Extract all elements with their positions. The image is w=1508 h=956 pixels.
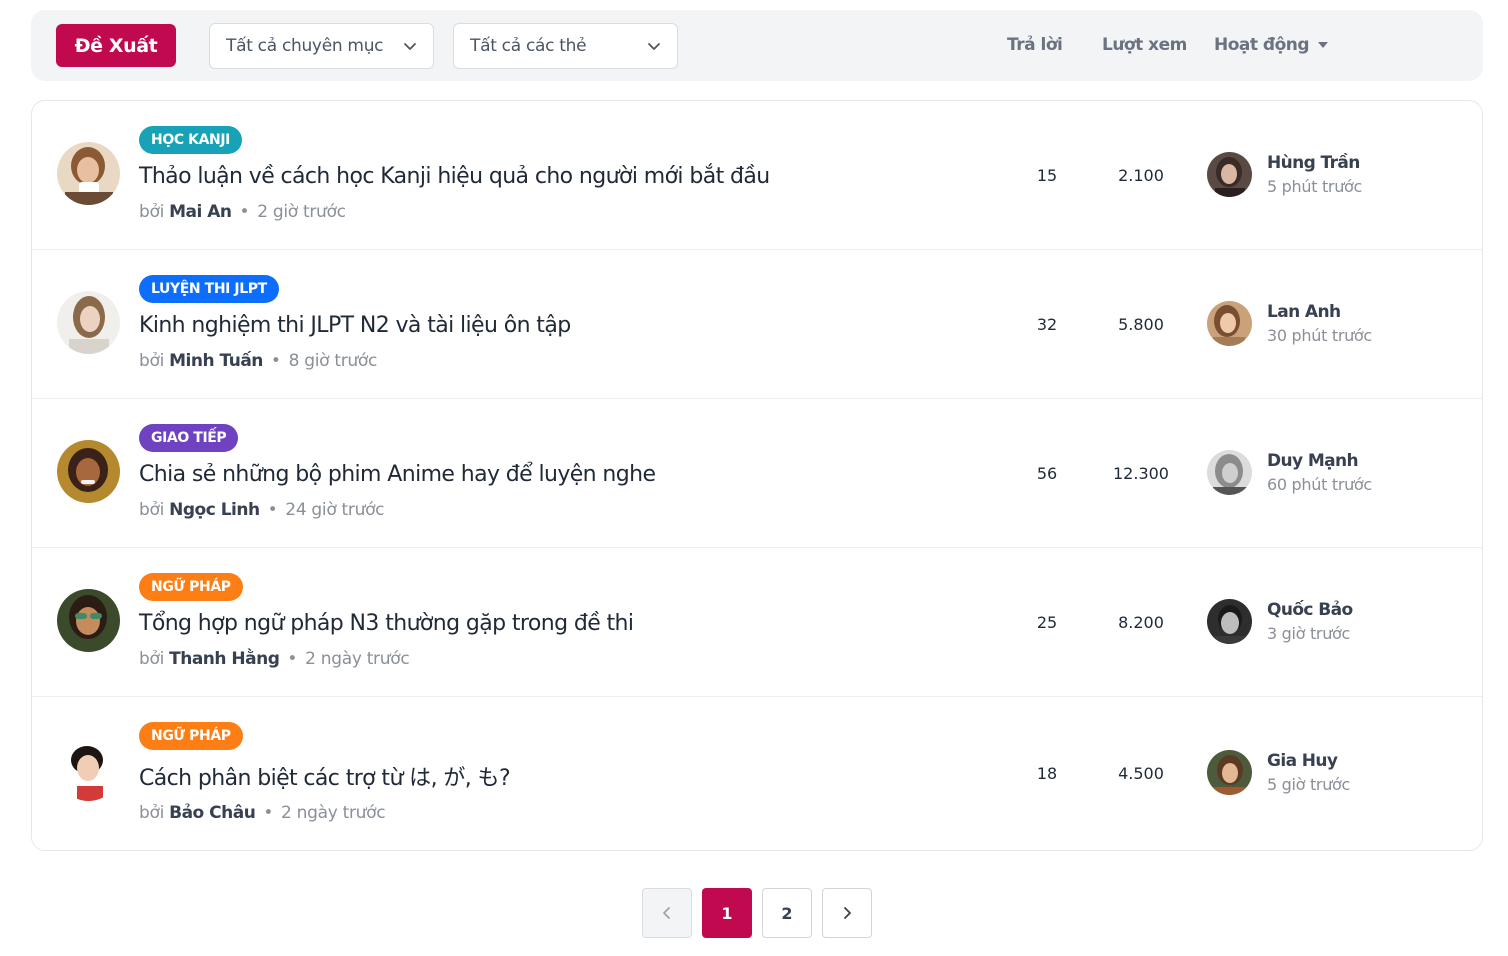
topic-row: GIAO TIẾP Chia sẻ những bộ phim Anime ha… <box>32 399 1482 548</box>
view-count: 2.100 <box>1118 166 1164 185</box>
topic-title[interactable]: Kinh nghiệm thi JLPT N2 và tài liệu ôn t… <box>139 313 571 338</box>
topic-row: NGỮ PHÁP Tổng hợp ngữ pháp N3 thường gặp… <box>32 548 1482 697</box>
view-count: 8.200 <box>1118 613 1164 632</box>
author-avatar[interactable] <box>57 738 120 801</box>
previous-page-button[interactable] <box>642 888 692 938</box>
topic-title[interactable]: Chia sẻ những bộ phim Anime hay để luyện… <box>139 462 656 487</box>
last-activity-avatar[interactable] <box>1207 750 1252 795</box>
by-label: bởi <box>139 500 165 520</box>
view-count: 5.800 <box>1118 315 1164 334</box>
last-activity-user[interactable]: Gia Huy <box>1267 751 1338 771</box>
topic-title[interactable]: Cách phân biệt các trợ từ は, が, も? <box>139 760 511 792</box>
separator-dot: • <box>287 649 298 669</box>
reply-count: 25 <box>1036 613 1058 632</box>
last-activity-user[interactable]: Quốc Bảo <box>1267 600 1353 620</box>
author-name[interactable]: Ngọc Linh <box>169 500 260 520</box>
category-badge[interactable]: NGỮ PHÁP <box>139 573 243 601</box>
reply-count: 15 <box>1036 166 1058 185</box>
category-select[interactable]: Tất cả chuyên mục <box>209 23 434 69</box>
tag-select-value: Tất cả các thẻ <box>470 36 587 56</box>
chevron-left-icon <box>663 907 670 919</box>
category-badge[interactable]: LUYỆN THI JLPT <box>139 275 279 303</box>
author-name[interactable]: Minh Tuấn <box>169 351 263 371</box>
last-activity-time: 5 giờ trước <box>1267 775 1351 794</box>
activity-column-header[interactable]: Hoạt động <box>1214 35 1329 55</box>
caret-down-icon <box>1318 42 1329 48</box>
author-avatar[interactable] <box>57 589 120 652</box>
by-label: bởi <box>139 202 165 222</box>
posted-time: 2 ngày trước <box>281 803 386 823</box>
last-activity-time: 30 phút trước <box>1267 326 1372 345</box>
author-avatar[interactable] <box>57 440 120 503</box>
author-name[interactable]: Mai An <box>169 202 232 222</box>
last-activity-time: 3 giờ trước <box>1267 624 1351 643</box>
topic-meta: bởi Thanh Hằng • 2 ngày trước <box>139 649 410 669</box>
reply-count: 56 <box>1036 464 1058 483</box>
author-avatar[interactable] <box>57 142 120 205</box>
last-activity-avatar[interactable] <box>1207 599 1252 644</box>
posted-time: 2 giờ trước <box>257 202 346 222</box>
posted-time: 8 giờ trước <box>288 351 378 371</box>
propose-button[interactable]: Đề Xuất <box>56 24 176 67</box>
chevron-down-icon <box>404 43 416 50</box>
page-1-button[interactable]: 1 <box>702 888 752 938</box>
topic-meta: bởi Minh Tuấn • 8 giờ trước <box>139 351 377 371</box>
topic-meta: bởi Bảo Châu • 2 ngày trước <box>139 803 386 823</box>
by-label: bởi <box>139 803 165 823</box>
by-label: bởi <box>139 649 165 669</box>
category-badge[interactable]: HỌC KANJI <box>139 126 242 154</box>
chevron-down-icon <box>648 43 660 50</box>
last-activity-avatar[interactable] <box>1207 450 1252 495</box>
activity-column-label: Hoạt động <box>1214 35 1310 55</box>
last-activity-time: 5 phút trước <box>1267 177 1363 196</box>
replies-column-header[interactable]: Trả lời <box>1007 35 1063 55</box>
last-activity-time: 60 phút trước <box>1267 475 1372 494</box>
last-activity-avatar[interactable] <box>1207 301 1252 346</box>
page-2-button[interactable]: 2 <box>762 888 812 938</box>
reply-count: 18 <box>1036 764 1058 783</box>
topic-title[interactable]: Tổng hợp ngữ pháp N3 thường gặp trong đề… <box>139 611 634 636</box>
topic-title[interactable]: Thảo luận về cách học Kanji hiệu quả cho… <box>139 164 770 189</box>
last-activity-user[interactable]: Lan Anh <box>1267 302 1341 322</box>
separator-dot: • <box>263 803 274 823</box>
reply-count: 32 <box>1036 315 1058 334</box>
category-badge[interactable]: NGỮ PHÁP <box>139 722 243 750</box>
tag-select[interactable]: Tất cả các thẻ <box>453 23 678 69</box>
separator-dot: • <box>270 351 281 371</box>
view-count: 12.300 <box>1113 464 1169 483</box>
view-count: 4.500 <box>1118 764 1164 783</box>
posted-time: 24 giờ trước <box>285 500 385 520</box>
topic-row: NGỮ PHÁP Cách phân biệt các trợ từ は, が,… <box>32 697 1482 850</box>
separator-dot: • <box>267 500 278 520</box>
author-name[interactable]: Bảo Châu <box>169 803 256 823</box>
category-select-value: Tất cả chuyên mục <box>226 36 384 56</box>
topic-meta: bởi Ngọc Linh • 24 giờ trước <box>139 500 385 520</box>
last-activity-avatar[interactable] <box>1207 152 1252 197</box>
category-badge[interactable]: GIAO TIẾP <box>139 424 239 452</box>
chevron-right-icon <box>844 907 851 919</box>
by-label: bởi <box>139 351 165 371</box>
topic-meta: bởi Mai An • 2 giờ trước <box>139 202 346 222</box>
filter-toolbar: Đề Xuất Tất cả chuyên mục Tất cả các thẻ… <box>31 10 1483 81</box>
posted-time: 2 ngày trước <box>305 649 410 669</box>
separator-dot: • <box>239 202 250 222</box>
topic-row: HỌC KANJI Thảo luận về cách học Kanji hi… <box>32 101 1482 250</box>
last-activity-user[interactable]: Duy Mạnh <box>1267 451 1359 471</box>
topic-row: LUYỆN THI JLPT Kinh nghiệm thi JLPT N2 v… <box>32 250 1482 399</box>
author-avatar[interactable] <box>57 291 120 354</box>
views-column-header[interactable]: Lượt xem <box>1102 35 1187 55</box>
author-name[interactable]: Thanh Hằng <box>169 649 280 669</box>
last-activity-user[interactable]: Hùng Trần <box>1267 153 1360 173</box>
next-page-button[interactable] <box>822 888 872 938</box>
topic-list: HỌC KANJI Thảo luận về cách học Kanji hi… <box>31 100 1483 851</box>
